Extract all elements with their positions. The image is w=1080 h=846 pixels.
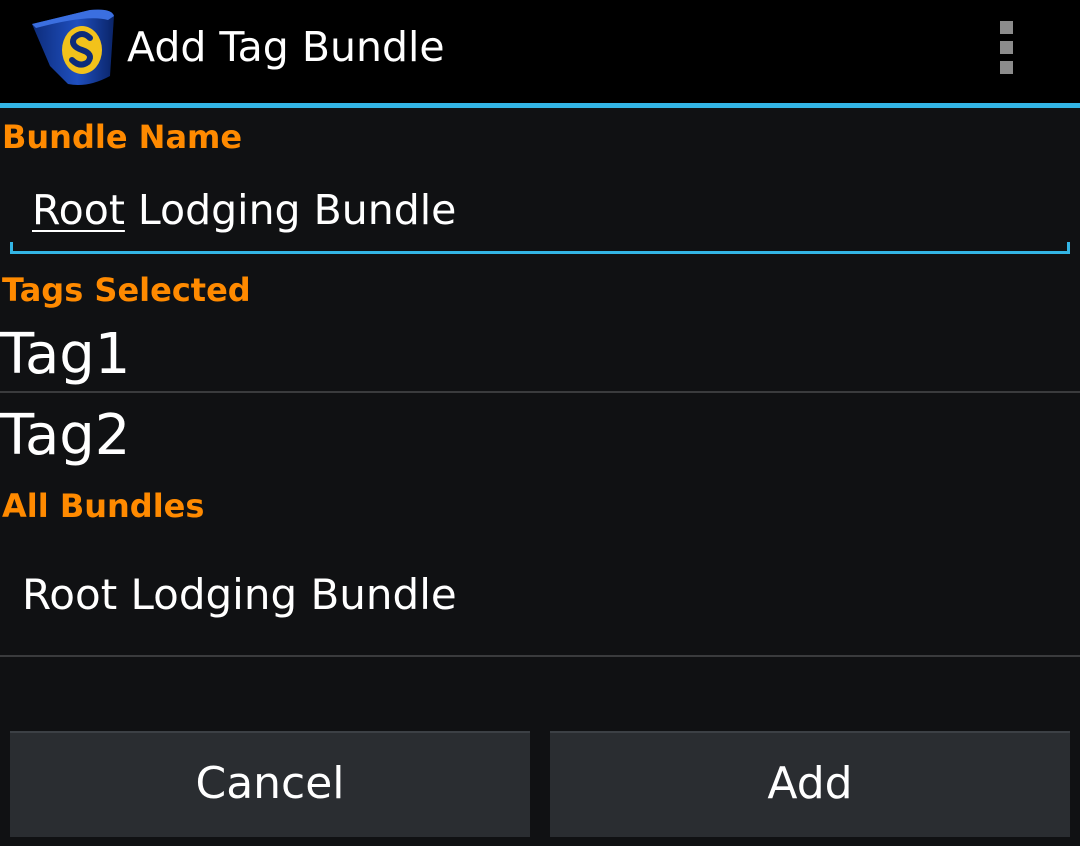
bundle-label: Root Lodging Bundle [22, 570, 457, 619]
overflow-dot [1000, 61, 1013, 74]
add-button[interactable]: Add [550, 731, 1070, 837]
cancel-button[interactable]: Cancel [10, 731, 530, 837]
bundle-name-rest-text: Lodging Bundle [124, 186, 457, 234]
all-bundles-header: All Bundles [2, 487, 205, 525]
tags-selected-header: Tags Selected [2, 271, 251, 309]
input-underline [10, 251, 1070, 254]
overflow-dot [1000, 21, 1013, 34]
app-title: Add Tag Bundle [127, 23, 445, 71]
action-bar-divider [0, 103, 1080, 108]
bundle-name-value[interactable]: Root Lodging Bundle [32, 184, 456, 236]
bundle-divider [0, 655, 1080, 657]
bundle-name-input[interactable]: Root Lodging Bundle [10, 180, 1070, 254]
action-bar: Add Tag Bundle [0, 0, 1080, 103]
tag-label: Tag2 [0, 403, 131, 468]
input-underline-tick [10, 242, 13, 254]
bundle-name-header: Bundle Name [2, 118, 243, 156]
tag-row[interactable]: Tag1 [0, 318, 1080, 392]
input-underline-tick [1067, 242, 1070, 254]
bundle-list-item[interactable]: Root Lodging Bundle [0, 545, 1080, 655]
bundle-name-composing-text: Root [32, 186, 125, 234]
tag-label: Tag1 [0, 322, 131, 387]
app-logo-icon[interactable] [28, 6, 118, 88]
overflow-menu-icon[interactable] [980, 12, 1032, 84]
tag-row[interactable]: Tag2 [0, 395, 1080, 475]
overflow-dot [1000, 41, 1013, 54]
tag-divider [0, 391, 1080, 393]
